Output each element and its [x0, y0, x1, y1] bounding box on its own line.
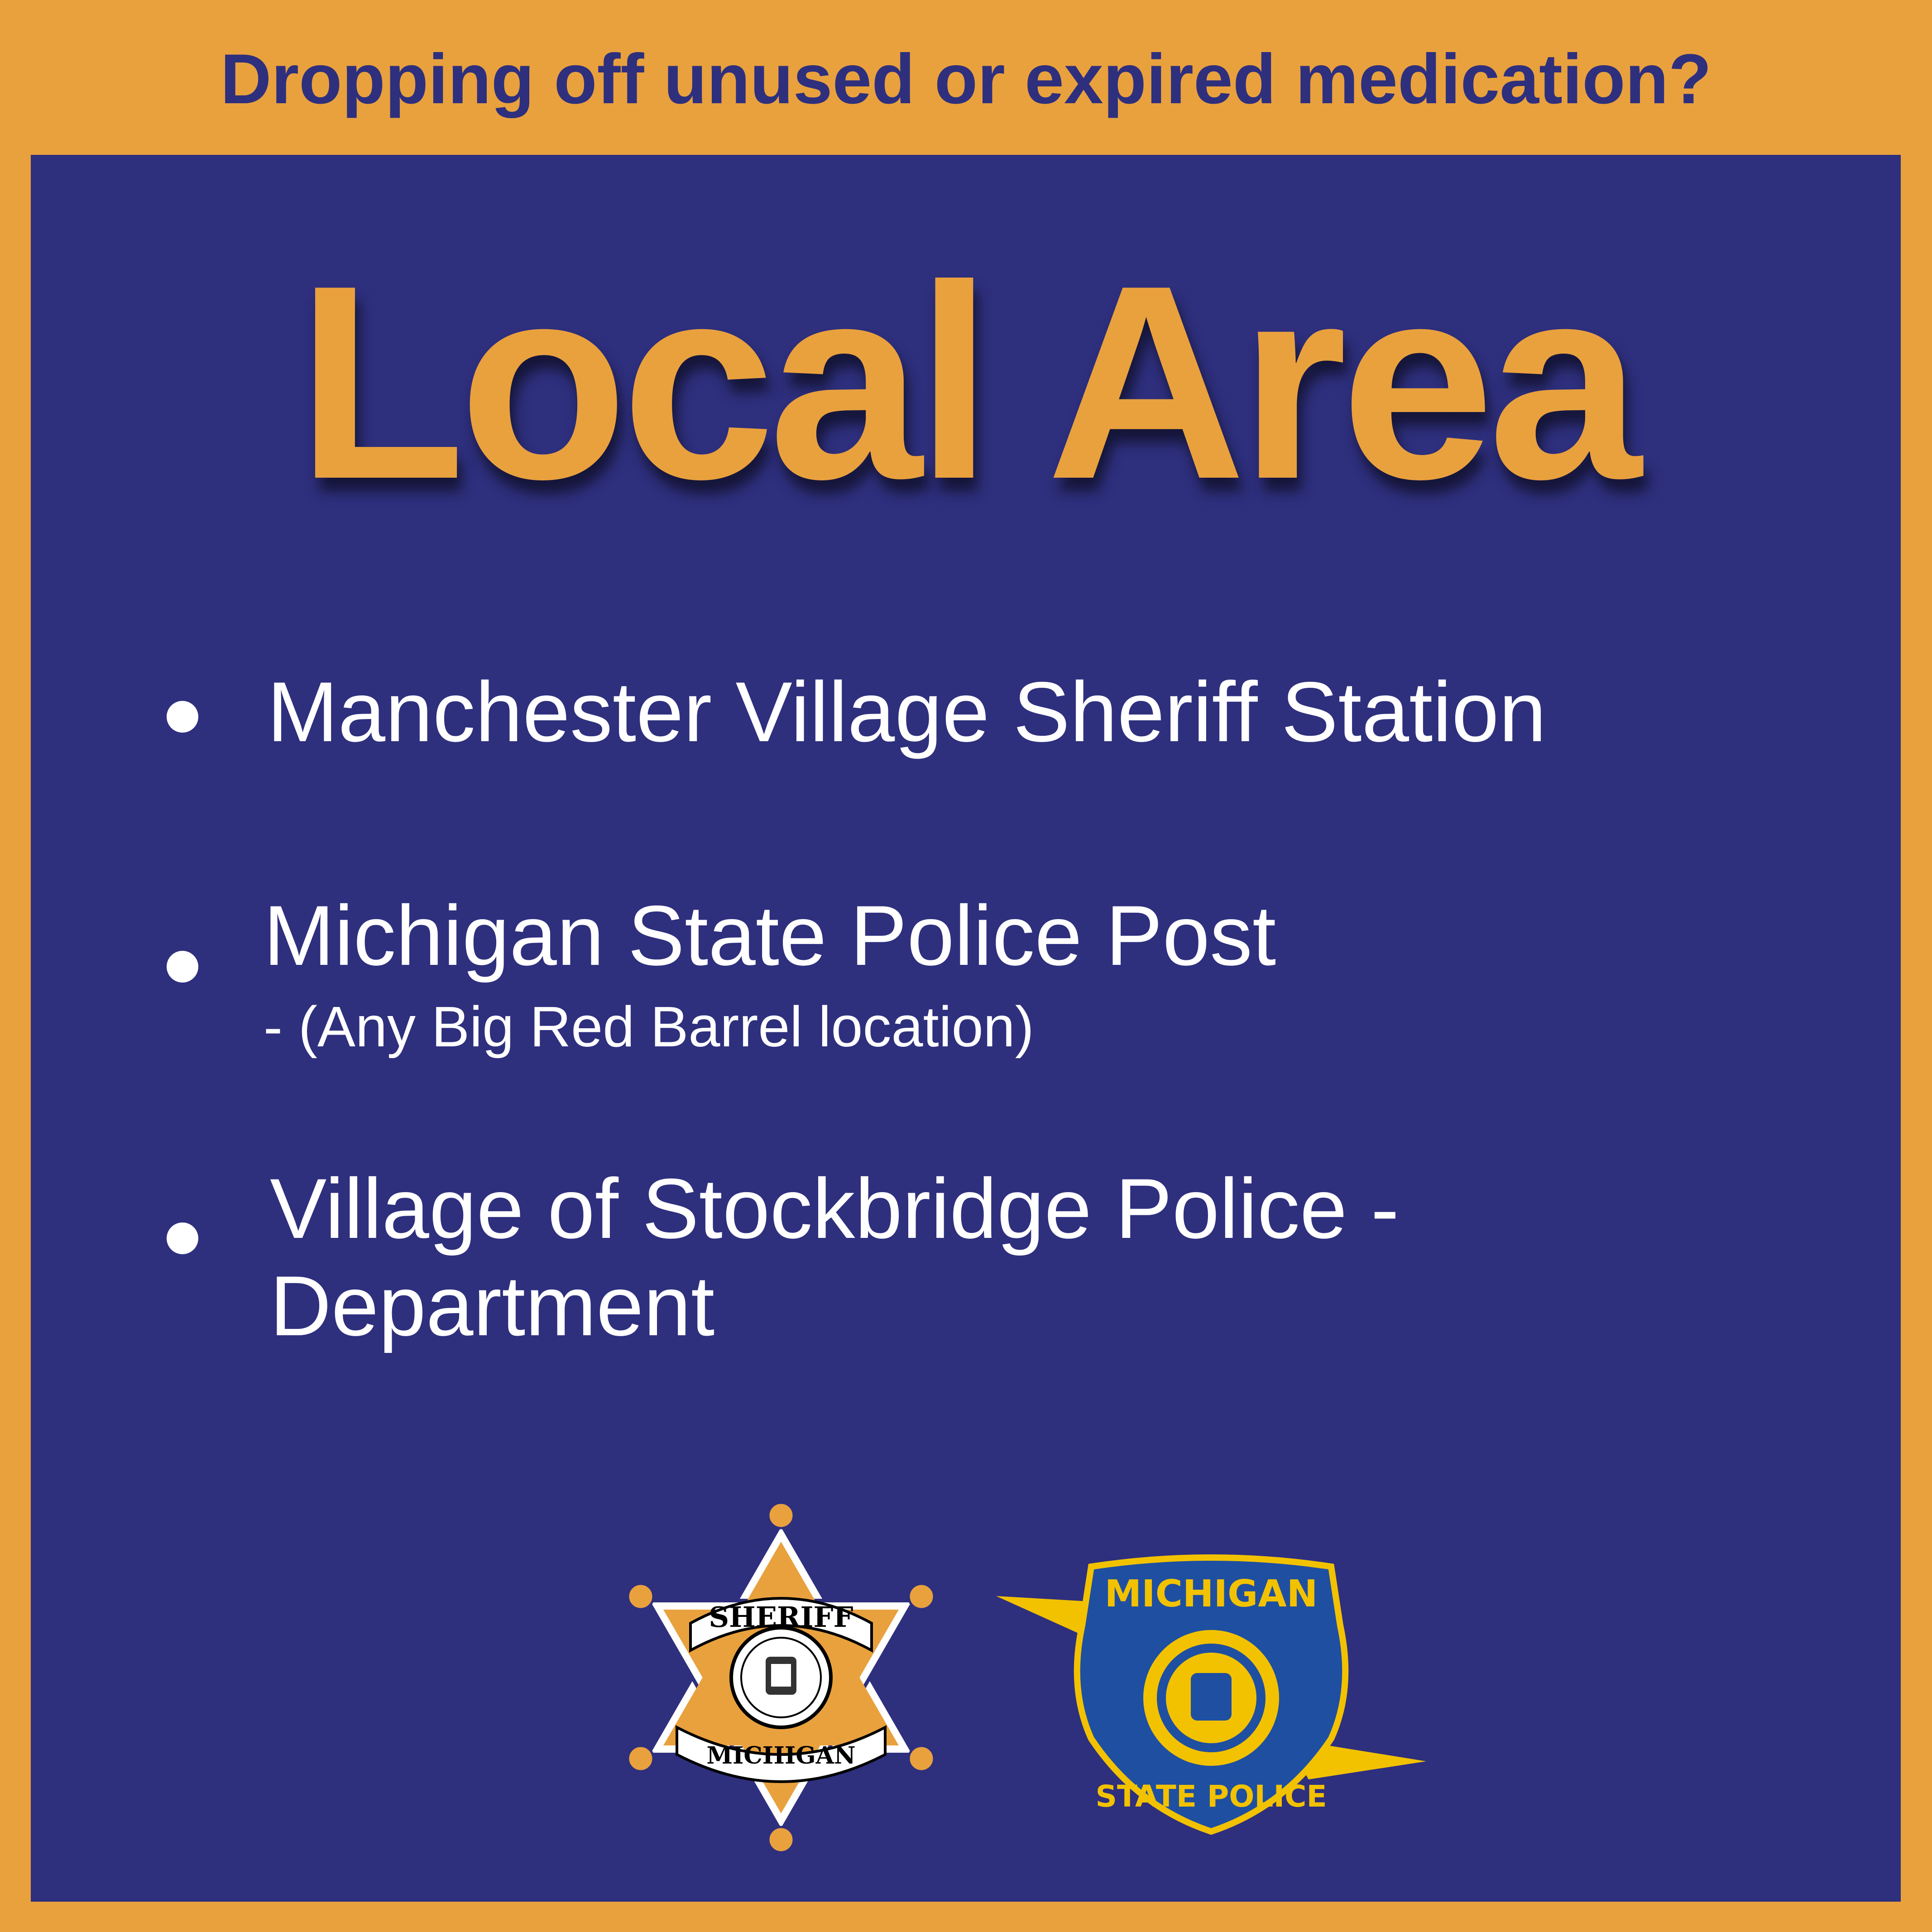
- location-manchester: Manchester Village Sheriff Station: [267, 664, 1547, 759]
- page-title: Local Area: [297, 228, 1641, 537]
- header-banner: Dropping off unused or expired medicatio…: [0, 0, 1932, 154]
- header-question: Dropping off unused or expired medicatio…: [220, 39, 1712, 119]
- sheriff-bottom-text: MICHIGAN: [706, 1742, 855, 1769]
- sheriff-top-text: SHERIFF: [709, 1601, 853, 1634]
- location-stockbridge-line2: Department: [270, 1258, 715, 1353]
- bullet-icon: [167, 701, 198, 733]
- msp-bottom-text: STATE POLICE: [1095, 1779, 1327, 1814]
- bullet-icon: [167, 1222, 198, 1254]
- sheriff-star-badge-icon: SHERIFF MICHIGAN: [620, 1499, 942, 1856]
- location-msp-post: Michigan State Police Post: [264, 888, 1276, 983]
- bullet-icon: [167, 951, 198, 983]
- location-msp-note: - (Any Big Red Barrel location): [264, 995, 1034, 1059]
- michigan-state-police-shield-icon: MICHIGAN STATE POLICE: [996, 1553, 1426, 1838]
- msp-top-text: MICHIGAN: [1105, 1572, 1318, 1616]
- location-stockbridge-line1: Village of Stockbridge Police -: [270, 1161, 1400, 1256]
